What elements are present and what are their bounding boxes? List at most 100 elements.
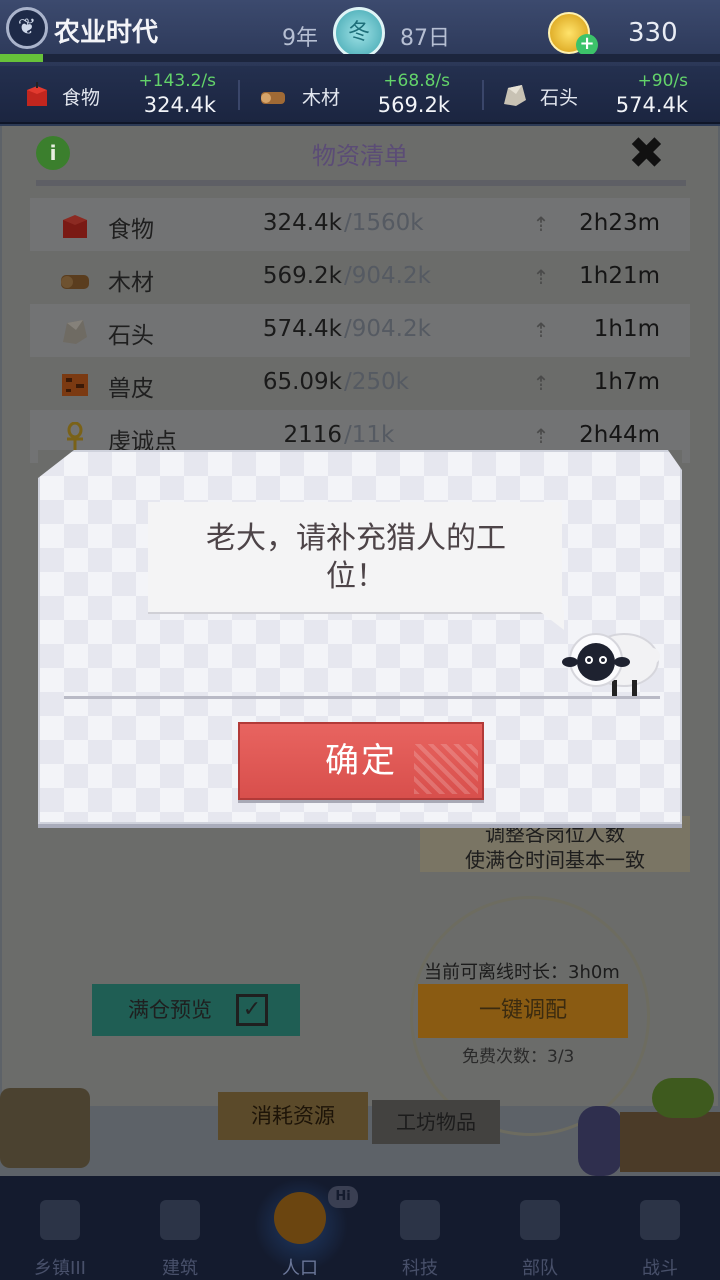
table-row: 石头 574.4k /904.2k ⇡ 1h1m bbox=[30, 304, 690, 357]
nav-town[interactable]: 乡镇III bbox=[0, 1176, 120, 1280]
panel-title: 物资清单 bbox=[312, 142, 408, 170]
coin-count: 330 bbox=[628, 18, 678, 48]
hint-line: 使满仓时间基本一致 bbox=[465, 848, 645, 872]
button-pattern bbox=[414, 744, 478, 794]
people-icon bbox=[274, 1192, 326, 1244]
resource-name: 食物 bbox=[108, 217, 154, 243]
resource-food[interactable]: 食物 +143.2/s 324.4k bbox=[0, 66, 236, 124]
resource-rate: +68.8/s bbox=[383, 71, 450, 91]
frog-decoration bbox=[652, 1078, 714, 1118]
book-icon bbox=[400, 1200, 440, 1240]
era-progress-bar bbox=[0, 54, 720, 62]
paper-corner bbox=[38, 450, 74, 478]
resource-amount: 574.4k bbox=[615, 93, 688, 117]
upgrade-arrow-icon[interactable]: ⇡ bbox=[528, 318, 554, 344]
tab-workshop-items[interactable]: 工坊物品 bbox=[372, 1100, 500, 1144]
fill-time: 2h44m bbox=[579, 422, 660, 448]
food-icon bbox=[63, 215, 87, 238]
speech-bubble: 老大，请补充猎人的工位！ bbox=[148, 502, 564, 630]
close-icon[interactable]: ✖ bbox=[628, 132, 665, 176]
upgrade-arrow-icon[interactable]: ⇡ bbox=[528, 424, 554, 450]
nav-battle[interactable]: 战斗 bbox=[600, 1176, 720, 1280]
free-count: 免费次数：3/3 bbox=[462, 1047, 575, 1067]
nav-troops[interactable]: 部队 bbox=[480, 1176, 600, 1280]
resource-amount: 569.2k bbox=[377, 93, 450, 117]
dialog-message: 老大，请补充猎人的工位！ bbox=[206, 521, 506, 594]
resource-rate: +90/s bbox=[637, 71, 688, 91]
year-label: 9年 bbox=[282, 26, 318, 51]
resource-wood[interactable]: 木材 +68.8/s 569.2k bbox=[240, 66, 480, 124]
resource-name: 木材 bbox=[108, 270, 154, 296]
fill-time: 2h23m bbox=[579, 210, 660, 236]
town-icon bbox=[40, 1200, 80, 1240]
resource-amount: 324.4k bbox=[143, 93, 216, 117]
resource-stone[interactable]: 石头 +90/s 574.4k bbox=[484, 66, 720, 124]
resource-capacity: /1560k bbox=[344, 210, 424, 236]
resource-capacity: /904.2k bbox=[344, 316, 431, 342]
stone-icon bbox=[63, 320, 87, 344]
fill-time: 1h21m bbox=[579, 263, 660, 289]
banner-icon bbox=[520, 1200, 560, 1240]
upgrade-arrow-icon[interactable]: ⇡ bbox=[528, 212, 554, 238]
hide-icon bbox=[62, 374, 88, 396]
fill-time: 1h7m bbox=[593, 369, 660, 395]
resource-capacity: /904.2k bbox=[344, 263, 431, 289]
nav-label: 人口 bbox=[282, 1258, 318, 1279]
confirm-label: 确定 bbox=[325, 741, 397, 781]
season-icon[interactable]: 冬 bbox=[333, 7, 385, 59]
table-row: 木材 569.2k /904.2k ⇡ 1h21m bbox=[30, 251, 690, 304]
fill-time: 1h1m bbox=[593, 316, 660, 342]
resource-name: 石头 bbox=[108, 323, 154, 349]
house-icon bbox=[160, 1200, 200, 1240]
ankh-icon bbox=[67, 422, 83, 451]
checkbox-icon[interactable]: ✓ bbox=[236, 994, 268, 1026]
auto-assign-button[interactable]: 一键调配 bbox=[418, 984, 628, 1038]
nav-label: 部队 bbox=[522, 1258, 558, 1279]
resource-table: 食物 324.4k /1560k ⇡ 2h23m 木材 569.2k /904.… bbox=[30, 198, 690, 463]
resource-current: 324.4k bbox=[262, 210, 342, 236]
upgrade-arrow-icon[interactable]: ⇡ bbox=[528, 371, 554, 397]
grain-pile-decoration bbox=[0, 1088, 90, 1168]
wood-icon bbox=[261, 92, 285, 104]
resource-rate: +143.2/s bbox=[138, 71, 217, 91]
full-preview-label: 满仓预览 bbox=[128, 998, 212, 1022]
resource-current: 2116 bbox=[283, 422, 342, 448]
nav-label: 乡镇III bbox=[34, 1258, 86, 1279]
alert-dialog: 老大，请补充猎人的工位！ 确定 bbox=[38, 450, 682, 824]
resource-capacity: /250k bbox=[344, 369, 409, 395]
crate-decoration bbox=[620, 1112, 720, 1172]
hi-badge: Hi bbox=[328, 1186, 358, 1208]
hint-box: 调整各岗位人数 使满仓时间基本一致 bbox=[420, 816, 690, 872]
stone-icon bbox=[504, 85, 526, 106]
swords-icon bbox=[640, 1200, 680, 1240]
nav-label: 建筑 bbox=[162, 1258, 198, 1279]
day-label: 87日 bbox=[400, 26, 450, 51]
nav-label: 战斗 bbox=[642, 1258, 678, 1279]
wheat-icon[interactable]: ❦ bbox=[6, 7, 48, 49]
upgrade-arrow-icon[interactable]: ⇡ bbox=[528, 265, 554, 291]
resource-current: 65.09k bbox=[262, 369, 342, 395]
paper-corner bbox=[668, 450, 682, 470]
offline-duration: 当前可离线时长：3h0m bbox=[424, 962, 620, 983]
bottom-nav: 乡镇III 建筑 人口 Hi 科技 部队 战斗 bbox=[0, 1176, 720, 1280]
table-row: 兽皮 65.09k /250k ⇡ 1h7m bbox=[30, 357, 690, 410]
add-coin-button[interactable]: + bbox=[576, 34, 598, 56]
divider bbox=[64, 696, 660, 699]
tab-consume-resources[interactable]: 消耗资源 bbox=[218, 1092, 368, 1140]
nav-label: 科技 bbox=[402, 1258, 438, 1279]
era-progress-fill bbox=[0, 54, 44, 62]
table-row: 食物 324.4k /1560k ⇡ 2h23m bbox=[30, 198, 690, 251]
sack-decoration bbox=[578, 1106, 622, 1176]
resource-name: 兽皮 bbox=[108, 376, 154, 402]
resource-name: 食物 bbox=[62, 87, 101, 109]
nav-tech[interactable]: 科技 bbox=[360, 1176, 480, 1280]
full-preview-button[interactable]: 满仓预览 ✓ bbox=[92, 984, 300, 1036]
resource-name: 石头 bbox=[540, 87, 579, 109]
resource-current: 574.4k bbox=[262, 316, 342, 342]
confirm-button[interactable]: 确定 bbox=[238, 722, 484, 800]
resource-capacity: /11k bbox=[344, 422, 395, 448]
era-title[interactable]: 农业时代 bbox=[54, 12, 158, 49]
nav-buildings[interactable]: 建筑 bbox=[120, 1176, 240, 1280]
resource-current: 569.2k bbox=[262, 263, 342, 289]
divider bbox=[36, 180, 686, 186]
